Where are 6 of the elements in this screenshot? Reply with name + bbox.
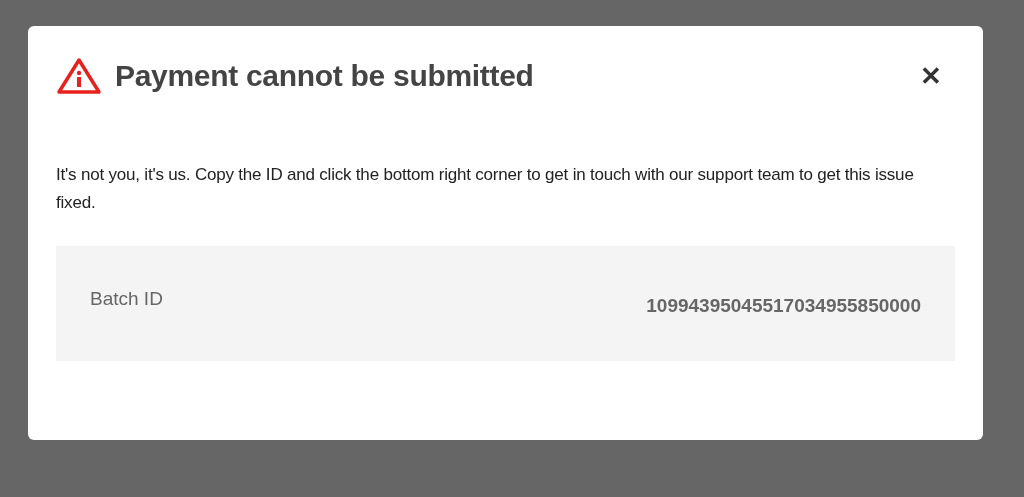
field-label: Batch ID — [90, 287, 163, 311]
warning-icon — [56, 57, 102, 95]
batch-id-value: 10994395045517034955850000 — [646, 294, 921, 318]
message-text: It's not you, it's us. Copy the ID and click the bottom right corner to get in touch with our support team to get this issue fixed. — [56, 164, 915, 214]
dialog-title: Payment cannot be submitted — [115, 61, 534, 91]
close-button[interactable]: ✕ — [920, 63, 942, 89]
